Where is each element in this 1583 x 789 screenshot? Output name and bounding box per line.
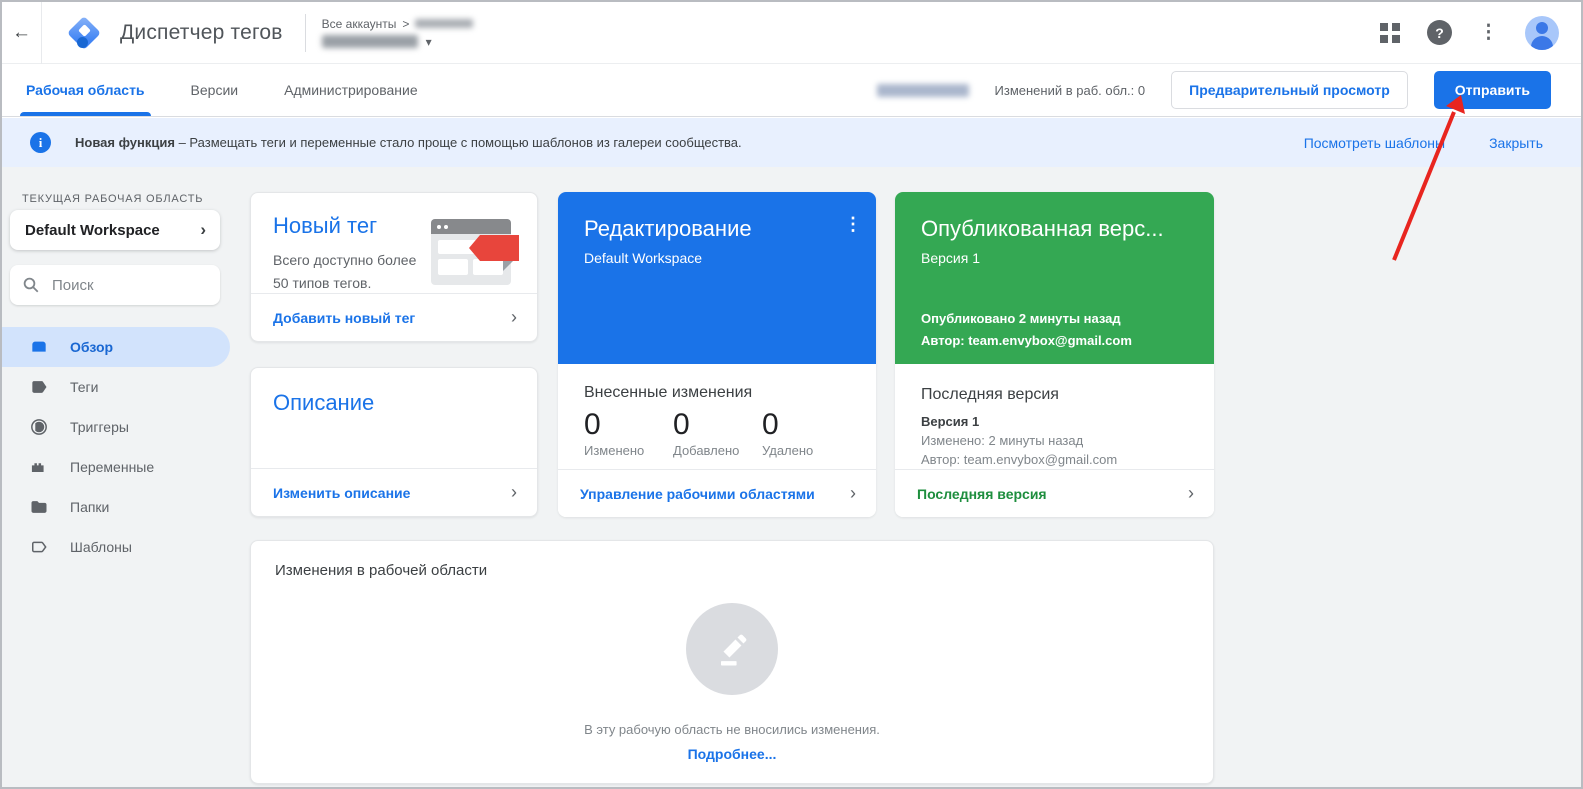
tab-workspace[interactable]: Рабочая область [26, 64, 145, 116]
sidebar-item-tags[interactable]: Теги [2, 367, 230, 407]
folder-icon [29, 497, 49, 517]
active-tab-indicator [20, 112, 151, 116]
workspace-changes-card: Изменения в рабочей области В эту рабочу… [250, 540, 1214, 784]
main-area: ТЕКУЩАЯ РАБОЧАЯ ОБЛАСТЬ Default Workspac… [2, 167, 1581, 787]
banner-title: Новая функция [75, 135, 175, 150]
editing-workspace-name: Default Workspace [584, 250, 852, 266]
sidebar-item-triggers[interactable]: Триггеры [2, 407, 230, 447]
template-icon [29, 537, 49, 557]
sidebar-item-templates[interactable]: Шаблоны [2, 527, 230, 567]
manage-workspaces-footer[interactable]: Управление рабочими областями › [558, 469, 876, 517]
overflow-menu-icon[interactable]: ⋮ [1479, 21, 1498, 44]
container-id-redacted [877, 84, 969, 97]
new-tag-card: Новый тег Всего доступно более 50 типов … [250, 192, 538, 342]
header-divider [305, 14, 306, 52]
header-actions: ? ⋮ [1380, 16, 1559, 50]
info-icon: i [30, 132, 51, 153]
breadcrumb-all-accounts[interactable]: Все аккаунты [322, 17, 397, 31]
trigger-icon [29, 417, 49, 437]
latest-modified: Изменено: 2 минуты назад [895, 429, 1214, 448]
sidebar-item-variables[interactable]: Переменные [2, 447, 230, 487]
counter-deleted: 0 Удалено [762, 408, 851, 458]
workspace-name: Default Workspace [25, 222, 160, 239]
latest-version-number: Версия 1 [895, 404, 1214, 429]
gtm-app-window: ← Диспетчер тегов Все аккаунты > ▾ ? ⋮ [0, 0, 1583, 789]
current-workspace-label: ТЕКУЩАЯ РАБОЧАЯ ОБЛАСТЬ [22, 193, 242, 205]
back-arrow-icon: ← [12, 22, 31, 44]
container-dropdown-caret-icon[interactable]: ▾ [426, 35, 432, 49]
tab-bar: Рабочая область Версии Администрирование… [2, 64, 1581, 117]
content-area: Новый тег Всего доступно более 50 типов … [242, 167, 1581, 787]
changes-heading: Внесенные изменения [558, 364, 876, 402]
edit-description-footer[interactable]: Изменить описание › [251, 468, 537, 516]
editing-title: Редактирование [584, 216, 852, 242]
sidebar-item-folders[interactable]: Папки [2, 487, 230, 527]
chevron-right-icon: › [850, 483, 856, 504]
variables-icon [29, 457, 49, 477]
help-icon[interactable]: ? [1427, 20, 1452, 45]
browser-tag-illustration-icon [431, 219, 519, 285]
avatar[interactable] [1525, 16, 1559, 50]
chevron-right-icon: › [511, 482, 517, 503]
more-link[interactable]: Подробнее... [688, 746, 777, 762]
latest-author: Автор: team.envybox@gmail.com [895, 448, 1214, 467]
search-box[interactable] [10, 265, 220, 305]
published-time: Опубликовано 2 минуты назад [921, 308, 1132, 330]
editing-card: Редактирование Default Workspace ⋮ Внесе… [558, 192, 876, 517]
breadcrumb-separator: > [402, 17, 409, 31]
container-name-redacted[interactable] [322, 35, 418, 48]
published-title: Опубликованная верс... [921, 216, 1190, 242]
counter-modified: 0 Изменено [584, 408, 673, 458]
workspace-changes-title: Изменения в рабочей области [251, 541, 1213, 579]
published-version-subtitle: Версия 1 [921, 250, 1190, 266]
workspace-selector[interactable]: Default Workspace › [10, 210, 220, 250]
published-version-card: Опубликованная верс... Версия 1 Опублико… [895, 192, 1214, 517]
new-tag-description: Всего доступно более 50 типов тегов. [273, 249, 433, 295]
tab-versions[interactable]: Версии [191, 64, 239, 116]
published-author: Автор: team.envybox@gmail.com [921, 330, 1132, 352]
sidebar-item-overview[interactable]: Обзор [2, 327, 230, 367]
no-changes-text: В эту рабочую область не вносились измен… [584, 722, 880, 737]
view-templates-link[interactable]: Посмотреть шаблоны [1304, 135, 1445, 151]
banner-text: – Размещать теги и переменные стало прощ… [179, 135, 742, 150]
description-card: Описание Изменить описание › [250, 367, 538, 517]
change-counters: 0 Изменено 0 Добавлено 0 Удалено [558, 408, 876, 458]
tag-icon [29, 377, 49, 397]
search-icon [22, 276, 40, 294]
app-title: Диспетчер тегов [120, 21, 283, 45]
apps-grid-icon[interactable] [1380, 23, 1400, 43]
add-new-tag-footer[interactable]: Добавить новый тег › [251, 293, 537, 341]
search-input[interactable] [52, 277, 192, 294]
sidebar: ТЕКУЩАЯ РАБОЧАЯ ОБЛАСТЬ Default Workspac… [2, 167, 242, 787]
chevron-right-icon: › [1188, 483, 1194, 504]
new-feature-banner: i Новая функция – Размещать теги и перем… [2, 118, 1581, 167]
chevron-right-icon: › [200, 220, 206, 240]
workspace-changes-count: Изменений в раб. обл.: 0 [995, 83, 1146, 98]
chevron-right-icon: › [511, 307, 517, 328]
breadcrumb: Все аккаунты > ▾ [322, 17, 474, 49]
app-header: ← Диспетчер тегов Все аккаунты > ▾ ? ⋮ [2, 2, 1581, 64]
back-button[interactable]: ← [2, 2, 42, 64]
overview-icon [29, 337, 49, 357]
sidebar-menu: Обзор Теги Триггеры [2, 327, 242, 567]
submit-button[interactable]: Отправить [1434, 71, 1551, 109]
counter-added: 0 Добавлено [673, 408, 762, 458]
gtm-logo-icon [64, 13, 104, 53]
account-name-redacted [415, 19, 473, 28]
preview-button[interactable]: Предварительный просмотр [1171, 71, 1408, 109]
card-menu-icon[interactable]: ⋮ [844, 214, 862, 235]
pencil-icon [686, 603, 778, 695]
description-title: Описание [273, 390, 537, 416]
tab-admin[interactable]: Администрирование [284, 64, 418, 116]
latest-version-heading: Последняя версия [895, 364, 1214, 404]
latest-version-footer[interactable]: Последняя версия › [895, 469, 1214, 517]
banner-close-link[interactable]: Закрыть [1489, 135, 1543, 151]
